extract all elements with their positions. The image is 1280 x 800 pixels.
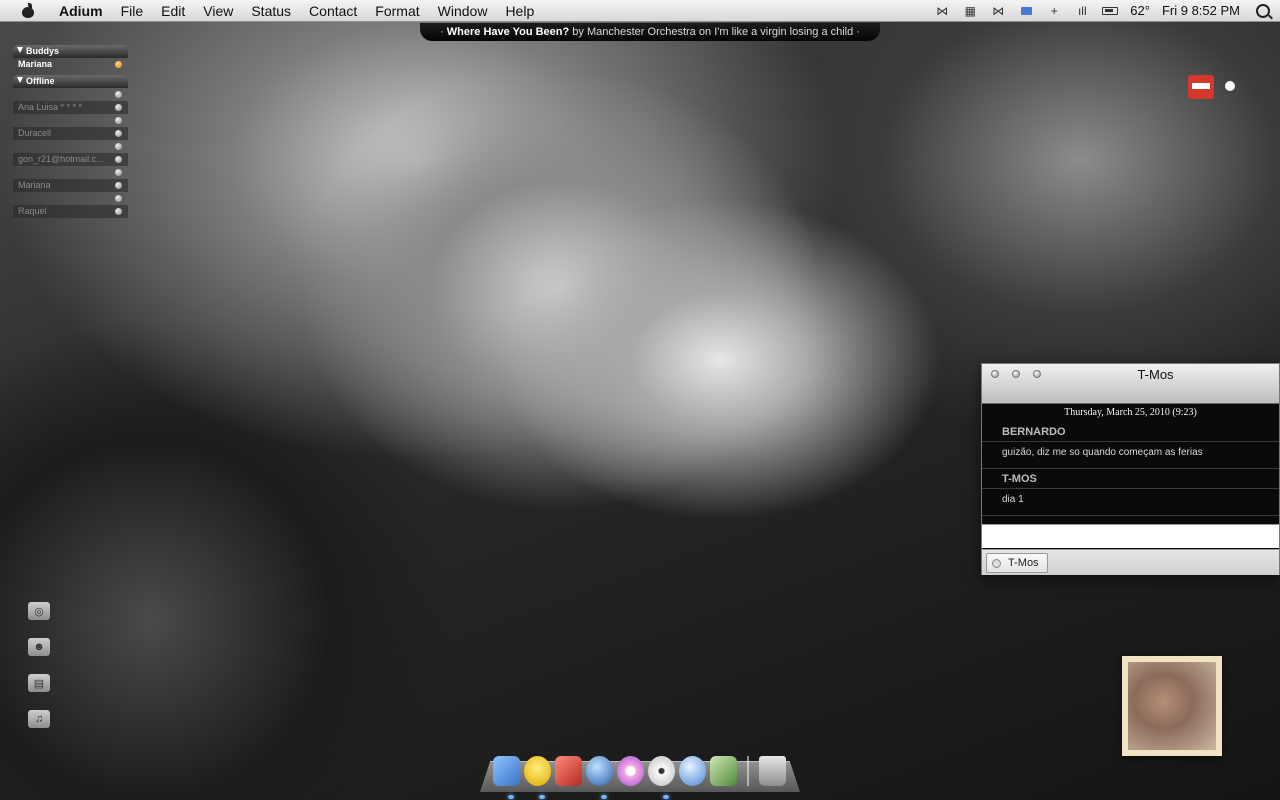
photo-widget[interactable] <box>1122 656 1222 756</box>
disclosure-triangle-icon[interactable] <box>17 77 23 83</box>
status-dot-icon <box>115 91 122 98</box>
red-stack-icon[interactable] <box>1188 75 1214 99</box>
running-indicator <box>601 795 607 799</box>
menu-bar: Adium File Edit View Status Contact Form… <box>0 0 1280 22</box>
finder-icon[interactable] <box>493 756 520 786</box>
plus-icon[interactable]: + <box>1040 0 1068 22</box>
mail-icon[interactable] <box>1012 0 1040 22</box>
status-dot-icon <box>115 195 122 202</box>
bowtie-icon[interactable]: ⋈ <box>928 0 956 22</box>
menu-file[interactable]: File <box>112 0 153 22</box>
menu-view[interactable]: View <box>194 0 242 22</box>
chat-tab[interactable]: T-Mos <box>986 553 1048 573</box>
contact-name: Mariana <box>18 59 53 69</box>
home-folder-icon[interactable]: ☻ <box>28 638 50 656</box>
chat-date: Thursday, March 25, 2010 (9:23) <box>1064 407 1197 418</box>
status-dot-icon <box>115 208 122 215</box>
chat-title: T-Mos <box>1137 367 1174 382</box>
contact-item[interactable]: gon_r21@hotmail.c... <box>13 143 128 166</box>
menu-help[interactable]: Help <box>496 0 543 22</box>
message-sender: BERNARDO <box>982 422 1279 442</box>
status-dot-icon <box>115 104 122 111</box>
contact-item[interactable]: Mariana <box>13 169 128 192</box>
contact-name: gon_r21@hotmail.c... <box>18 154 104 164</box>
group-header-buddys[interactable]: Buddys <box>13 45 128 58</box>
itunes-icon[interactable] <box>617 756 644 786</box>
menu-edit[interactable]: Edit <box>152 0 194 22</box>
safari-icon[interactable] <box>679 756 706 786</box>
running-indicator <box>663 795 669 799</box>
dock-running-indicators <box>0 795 1280 800</box>
trash-icon[interactable] <box>759 756 786 786</box>
dock-divider <box>747 756 749 786</box>
apple-menu-icon[interactable] <box>20 2 36 19</box>
adium-duck-icon[interactable] <box>524 756 551 786</box>
message-input[interactable] <box>982 524 1279 548</box>
album-name: I'm like a virgin losing a child <box>714 26 854 38</box>
tab-status-icon <box>992 559 1001 568</box>
status-dot-icon <box>115 169 122 176</box>
song-title: Where Have You Been? <box>446 26 570 38</box>
status-dot-icon <box>115 156 122 163</box>
bowtie-icon[interactable]: ⋈ <box>984 0 1012 22</box>
signal-icon[interactable]: ıll <box>1068 0 1096 22</box>
contact-item[interactable]: Raquel <box>13 195 128 218</box>
photo-booth-icon[interactable] <box>555 756 582 786</box>
status-dot-icon <box>115 61 122 68</box>
polaroid-photo <box>1128 662 1216 750</box>
temperature[interactable]: 62° <box>1130 3 1150 18</box>
contact-item[interactable]: Duracell <box>13 117 128 140</box>
contact-list: Buddys Mariana Offline Ana Luisa * * * *… <box>13 45 128 218</box>
bullet: · <box>856 26 860 38</box>
now-playing-banner: · Where Have You Been? by Manchester Orc… <box>420 23 880 41</box>
contact-item[interactable]: Ana Luisa * * * * <box>13 91 128 114</box>
contact-item[interactable]: Mariana <box>13 58 128 71</box>
message-sender: T-MOS <box>982 469 1279 489</box>
spotlight-icon[interactable] <box>1256 3 1270 18</box>
message-text: guizão, diz me so quando começam as feri… <box>982 442 1279 469</box>
drive-icon[interactable]: ◎ <box>28 602 50 620</box>
contact-name: Raquel <box>18 206 47 216</box>
dvd-icon[interactable] <box>648 756 675 786</box>
on-label: on <box>698 26 712 38</box>
chat-window: T-Mos Thursday, March 25, 2010 (9:23) BE… <box>981 363 1280 575</box>
message-text: dia 1 <box>982 489 1279 516</box>
network-globe-icon[interactable] <box>586 756 613 786</box>
chat-tab-bar: T-Mos <box>982 549 1279 575</box>
menu-window[interactable]: Window <box>429 0 497 22</box>
running-indicator <box>508 795 514 799</box>
menu-status[interactable]: Status <box>242 0 300 22</box>
music-icon[interactable]: ♫ <box>28 710 50 728</box>
dock-items <box>493 756 786 786</box>
menu-contact[interactable]: Contact <box>300 0 366 22</box>
chat-tab-label: T-Mos <box>1008 557 1039 569</box>
running-indicator <box>539 795 545 799</box>
status-dot-icon <box>115 182 122 189</box>
contact-name: Duracell <box>18 128 52 138</box>
by-label: by <box>572 26 584 38</box>
contact-name: Ana Luisa * * * * <box>18 102 83 112</box>
grid-icon[interactable]: ▦ <box>956 0 984 22</box>
group-header-offline[interactable]: Offline <box>13 75 128 88</box>
documents-icon[interactable]: ▤ <box>28 674 50 692</box>
clock[interactable]: Fri 9 8:52 PM <box>1162 3 1240 18</box>
status-dot-icon <box>115 130 122 137</box>
battery-icon[interactable] <box>1096 0 1124 22</box>
contact-name: Mariana <box>18 180 51 190</box>
app-menu[interactable]: Adium <box>50 0 112 22</box>
menu-extras: ⋈ ▦ ⋈ + ıll 62° Fri 9 8:52 PM <box>928 0 1280 22</box>
bullet: · <box>440 26 444 38</box>
status-dot-icon <box>115 143 122 150</box>
menu-format[interactable]: Format <box>366 0 428 22</box>
disclosure-triangle-icon[interactable] <box>17 47 23 53</box>
status-dot-icon <box>115 117 122 124</box>
chat-titlebar[interactable]: T-Mos <box>982 364 1279 404</box>
iphoto-icon[interactable] <box>710 756 737 786</box>
apple-logo-icon[interactable] <box>1225 81 1235 91</box>
artist-name: Manchester Orchestra <box>586 26 696 38</box>
